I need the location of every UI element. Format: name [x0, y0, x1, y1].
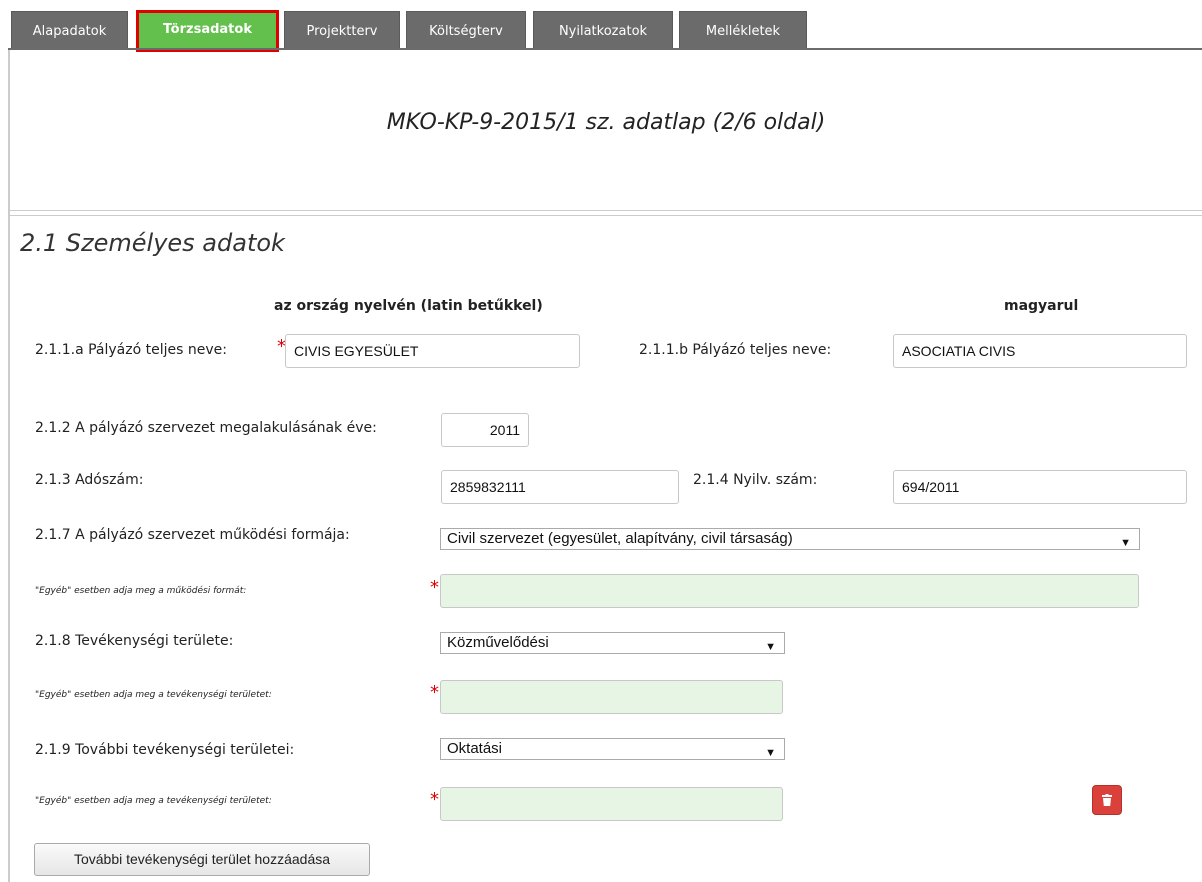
required-marker: * — [430, 682, 439, 703]
trash-icon — [1102, 794, 1112, 806]
tab-koltsegterv[interactable]: Költségterv — [406, 11, 526, 49]
more-activity-label: 2.1.9 További tevékenységi területei: — [35, 742, 295, 758]
section-divider — [10, 210, 1202, 216]
operating-form-value: Civil szervezet (egyesület, alapítvány, … — [447, 530, 793, 547]
name-hungarian-label: 2.1.1.b Pályázó teljes neve: — [639, 342, 832, 358]
tax-number-input[interactable]: 2859832111 — [441, 470, 679, 504]
section-title: 2.1 Személyes adatok — [20, 229, 285, 257]
founding-year-label: 2.1.2 A pályázó szervezet megalakulásána… — [35, 420, 377, 436]
more-activity-value: Oktatási — [447, 740, 503, 757]
tab-mellekletek[interactable]: Mellékletek — [679, 11, 807, 49]
column-header-native: az ország nyelvén (latin betűkkel) — [274, 298, 543, 314]
column-header-hungarian: magyarul — [1004, 298, 1079, 314]
activity-area-value: Közművelődési — [447, 634, 549, 651]
operating-form-other-input[interactable] — [440, 574, 1139, 608]
activity-area-select[interactable]: Közművelődési ▼ — [440, 632, 785, 654]
operating-form-select[interactable]: Civil szervezet (egyesület, alapítvány, … — [440, 528, 1140, 550]
more-activity-other-label: "Egyéb" esetben adja meg a tevékenységi … — [35, 796, 272, 806]
registration-number-input[interactable]: 694/2011 — [893, 470, 1187, 504]
delete-activity-button[interactable] — [1092, 785, 1122, 815]
required-marker: * — [430, 789, 439, 810]
operating-form-other-label: "Egyéb" esetben adja meg a működési form… — [35, 586, 247, 596]
chevron-down-icon: ▼ — [765, 747, 776, 759]
tab-torzsadatok[interactable]: Törzsadatok — [136, 10, 279, 52]
page-title: MKO-KP-9-2015/1 sz. adatlap (2/6 oldal) — [386, 110, 826, 135]
content-frame-border — [8, 50, 10, 882]
tax-number-label: 2.1.3 Adószám: — [35, 472, 144, 488]
chevron-down-icon: ▼ — [765, 641, 776, 653]
name-hungarian-input[interactable]: ASOCIATIA CIVIS — [893, 334, 1187, 368]
tab-nyilatkozatok[interactable]: Nyilatkozatok — [533, 11, 673, 49]
founding-year-input[interactable]: 2011 — [441, 413, 529, 447]
activity-area-label: 2.1.8 Tevékenységi területe: — [35, 633, 234, 649]
add-activity-area-button[interactable]: További tevékenységi terület hozzáadása — [34, 843, 370, 876]
tab-alapadatok[interactable]: Alapadatok — [11, 11, 128, 49]
registration-number-label: 2.1.4 Nyilv. szám: — [693, 472, 818, 488]
required-marker: * — [430, 577, 439, 598]
name-native-label: 2.1.1.a Pályázó teljes neve: — [35, 342, 227, 358]
tab-projektterv[interactable]: Projektterv — [284, 11, 400, 49]
chevron-down-icon: ▼ — [1120, 537, 1131, 549]
activity-area-other-label: "Egyéb" esetben adja meg a tevékenységi … — [35, 690, 272, 700]
operating-form-label: 2.1.7 A pályázó szervezet működési formá… — [35, 527, 350, 543]
tab-underline — [8, 48, 1202, 50]
name-native-input[interactable]: CIVIS EGYESÜLET — [285, 334, 580, 368]
more-activity-other-input[interactable] — [440, 787, 783, 821]
more-activity-select[interactable]: Oktatási ▼ — [440, 738, 785, 760]
activity-area-other-input[interactable] — [440, 680, 783, 714]
